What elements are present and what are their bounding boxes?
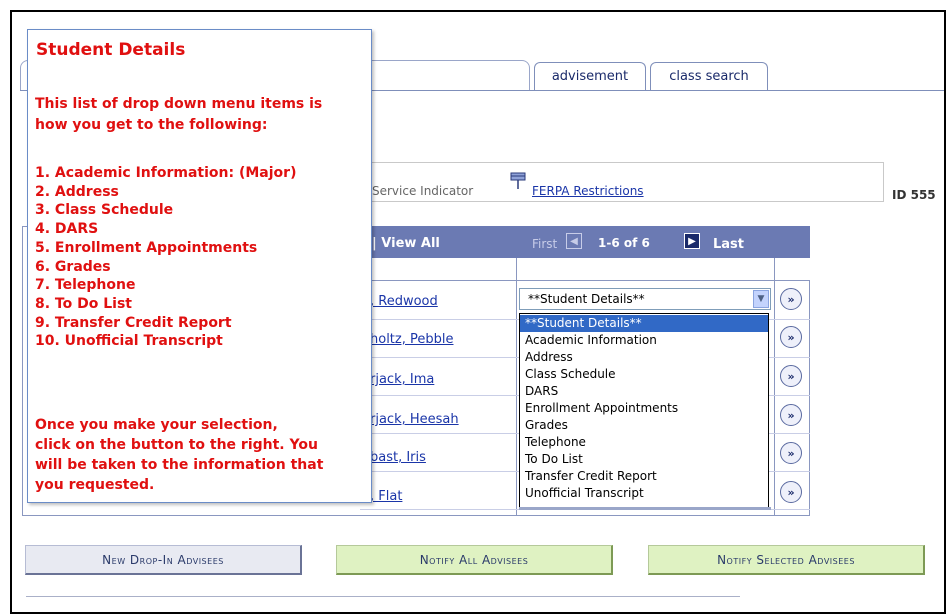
dropdown-option[interactable]: Academic Information	[520, 332, 768, 349]
notify-selected-advisees-button[interactable]: Notify Selected Advisees	[648, 545, 925, 575]
help-item: 2. Address	[35, 183, 119, 200]
help-item: 1. Academic Information: (Major)	[35, 165, 297, 181]
dropdown-option[interactable]: Telephone	[520, 434, 768, 451]
go-arrow-icon[interactable]: »	[780, 481, 802, 503]
divider-line	[26, 596, 740, 597]
dropdown-option[interactable]: Unofficial Transcript	[520, 485, 768, 502]
service-indicator-label: Service Indicator	[372, 184, 474, 198]
help-outro-line: will be taken to the information that	[35, 457, 324, 473]
grid-subheader	[360, 258, 810, 281]
first-link: First	[532, 237, 558, 251]
new-dropin-advisees-button[interactable]: New Drop-In Advisees	[25, 545, 302, 575]
advisee-name-link[interactable]: rjack, Heesah	[370, 412, 459, 427]
last-link[interactable]: Last	[713, 237, 744, 252]
dropdown-option[interactable]: Transfer Credit Report	[520, 468, 768, 485]
tab-label: advisement	[551, 69, 629, 84]
help-item: 4. DARS	[35, 221, 99, 238]
help-item: 7. Telephone	[35, 277, 136, 294]
advisee-name-link[interactable]: rjack, Ima	[370, 372, 434, 387]
flag-icon	[510, 172, 526, 189]
advisee-name-link[interactable]: , Redwood	[370, 294, 438, 309]
student-details-help-panel: Student Details This list of drop down m…	[27, 29, 372, 503]
dropdown-border	[519, 507, 771, 510]
help-item-list: 1. Academic Information: (Major) 2. Addr…	[35, 164, 296, 351]
advisee-name-link[interactable]: , Flat	[370, 489, 402, 504]
notify-all-advisees-button[interactable]: Notify All Advisees	[336, 545, 613, 575]
help-item: 10. Unofficial Transcript	[35, 333, 223, 350]
help-item: 5. Enrollment Appointments	[35, 239, 258, 256]
go-arrow-icon[interactable]: »	[780, 404, 802, 426]
dropdown-option[interactable]: Class Schedule	[520, 366, 768, 383]
button-label: Notify Selected Advisees	[717, 552, 855, 567]
select-value: **Student Details**	[528, 292, 645, 306]
dropdown-option[interactable]: Grades	[520, 417, 768, 434]
chevron-down-icon[interactable]: ▼	[753, 290, 769, 308]
help-item: 8. To Do List	[35, 295, 132, 312]
dropdown-option[interactable]: Enrollment Appointments	[520, 400, 768, 417]
dropdown-option[interactable]: **Student Details**	[520, 315, 768, 332]
advisee-name-link[interactable]: bast, Iris	[370, 450, 426, 465]
frame-border-bottom	[10, 612, 946, 614]
dropdown-option[interactable]: To Do List	[520, 451, 768, 468]
dropdown-options: **Student Details** Academic Information…	[519, 313, 769, 508]
view-all-link[interactable]: | View All	[372, 236, 440, 251]
help-outro-line: click on the button to the right. You	[35, 437, 318, 453]
go-arrow-icon[interactable]: »	[780, 442, 802, 464]
tab-class-search[interactable]: class search	[650, 62, 768, 90]
help-intro-line: how you get to the following:	[35, 117, 268, 133]
help-title: Student Details	[36, 40, 186, 60]
advisee-name-link[interactable]: holtz, Pebble	[370, 332, 453, 347]
dropdown-option[interactable]: DARS	[520, 383, 768, 400]
button-label: New Drop-In Advisees	[102, 552, 224, 567]
tab-label: class search	[669, 69, 749, 84]
dropdown-option[interactable]: Address	[520, 349, 768, 366]
tab-advisement[interactable]: advisement	[534, 62, 646, 90]
go-arrow-icon[interactable]: »	[780, 365, 802, 387]
prev-arrow-icon: ◀	[566, 233, 582, 249]
help-outro-line: Once you make your selection,	[35, 417, 278, 433]
help-item: 3. Class Schedule	[35, 202, 174, 219]
row-count: 1-6 of 6	[598, 236, 650, 250]
help-item: 6. Grades	[35, 258, 111, 275]
help-outro-line: you requested.	[35, 477, 155, 493]
next-arrow-icon[interactable]: ▶	[684, 233, 700, 249]
button-label: Notify All Advisees	[419, 552, 529, 567]
go-arrow-icon[interactable]: »	[780, 288, 802, 310]
student-id: ID 555	[892, 188, 936, 202]
frame-border-right	[944, 10, 946, 613]
ferpa-restrictions-link[interactable]: FERPA Restrictions	[532, 184, 644, 198]
help-item: 9. Transfer Credit Report	[35, 314, 232, 331]
go-arrow-icon[interactable]: »	[780, 326, 802, 348]
student-details-select[interactable]: **Student Details** ▼	[519, 288, 771, 310]
help-intro-line: This list of drop down menu items is	[35, 96, 323, 112]
